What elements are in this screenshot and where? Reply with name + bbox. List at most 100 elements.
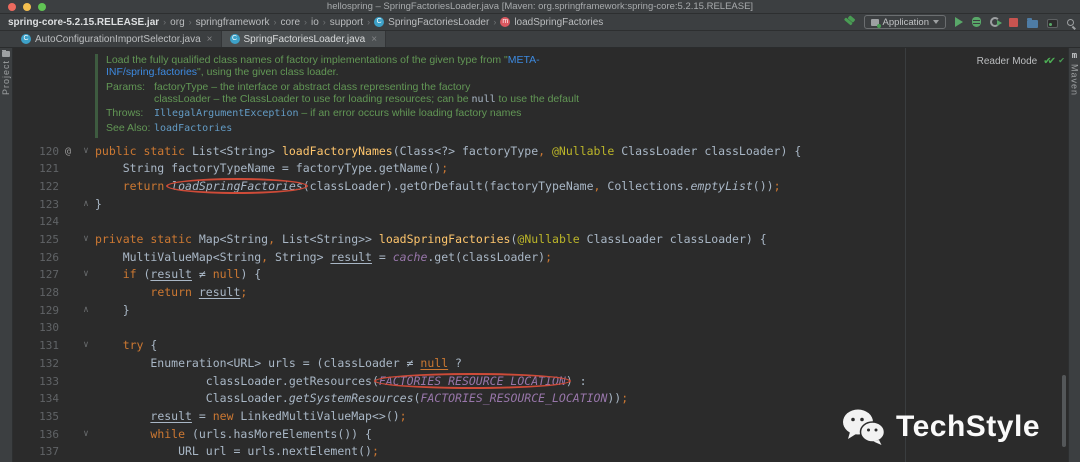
- gutter-annotation-icon[interactable]: [59, 373, 77, 391]
- fold-marker-icon[interactable]: [77, 355, 95, 373]
- gutter-annotation-icon[interactable]: [59, 426, 77, 444]
- breadcrumb-separator: ›: [188, 17, 192, 27]
- fold-marker-icon[interactable]: [77, 373, 95, 391]
- close-tab-icon[interactable]: ×: [207, 34, 213, 45]
- gutter-annotation-icon[interactable]: [59, 213, 77, 231]
- editor-scrollbar[interactable]: [1062, 375, 1066, 447]
- breadcrumb-item-support[interactable]: support: [330, 17, 363, 28]
- javadoc-seealso-link[interactable]: loadFactories: [154, 123, 232, 134]
- breadcrumb-item-jar[interactable]: spring-core-5.2.15.RELEASE.jar: [8, 17, 159, 28]
- search-icon[interactable]: [1067, 19, 1074, 26]
- code-line[interactable]: 132 Enumeration<URL> urls = (classLoader…: [13, 355, 1068, 373]
- gutter-annotation-icon[interactable]: [59, 390, 77, 408]
- run-configuration-select[interactable]: Application: [863, 15, 946, 29]
- tool-window-button-project[interactable]: Project: [1, 60, 11, 95]
- code-line[interactable]: 123 ∧}: [13, 196, 1068, 214]
- breadcrumb-item-method[interactable]: loadSpringFactories: [514, 17, 603, 28]
- build-hammer-icon[interactable]: [843, 15, 855, 28]
- breadcrumb-item-core[interactable]: core: [281, 17, 300, 28]
- gutter-annotation-icon[interactable]: [59, 160, 77, 178]
- gutter-annotation-icon[interactable]: [59, 178, 77, 196]
- line-number[interactable]: 135: [13, 408, 59, 426]
- fold-marker-icon[interactable]: [77, 408, 95, 426]
- line-number[interactable]: 132: [13, 355, 59, 373]
- line-number[interactable]: 122: [13, 178, 59, 196]
- code-line[interactable]: 129 ∧ }: [13, 302, 1068, 320]
- line-number[interactable]: 137: [13, 443, 59, 461]
- gutter-annotation-icon[interactable]: [59, 337, 77, 355]
- tab-springfactoriesloader[interactable]: C SpringFactoriesLoader.java ×: [221, 31, 387, 47]
- line-number[interactable]: 120: [13, 143, 59, 161]
- tab-autoconfigurationimportselector[interactable]: C AutoConfigurationImportSelector.java ×: [13, 31, 222, 47]
- code-line[interactable]: 131 ∨ try {: [13, 337, 1068, 355]
- gutter-annotation-icon[interactable]: [59, 302, 77, 320]
- breadcrumb-item-io[interactable]: io: [311, 17, 319, 28]
- gutter-annotation-icon[interactable]: [59, 266, 77, 284]
- fold-marker-icon[interactable]: [77, 390, 95, 408]
- gutter-annotation-icon[interactable]: [59, 284, 77, 302]
- gutter-annotation-icon[interactable]: [59, 319, 77, 337]
- gutter-annotation-icon[interactable]: [59, 355, 77, 373]
- run-with-coverage-button[interactable]: [990, 17, 1002, 27]
- breadcrumb-separator: ›: [493, 17, 497, 27]
- line-number[interactable]: 125: [13, 231, 59, 249]
- fold-marker-icon[interactable]: [77, 249, 95, 267]
- line-number[interactable]: 136: [13, 426, 59, 444]
- line-number[interactable]: 121: [13, 160, 59, 178]
- gutter-annotation-icon[interactable]: [59, 231, 77, 249]
- code-line[interactable]: 133 classLoader.getResources(FACTORIES_R…: [13, 373, 1068, 391]
- breadcrumb-item-org[interactable]: org: [170, 17, 184, 28]
- line-number[interactable]: 130: [13, 319, 59, 337]
- fold-marker-icon[interactable]: ∧: [77, 302, 95, 320]
- code-line[interactable]: 126 MultiValueMap<String, String> result…: [13, 249, 1068, 267]
- stop-button[interactable]: [1009, 17, 1018, 27]
- breadcrumb-item-springframework[interactable]: springframework: [196, 17, 270, 28]
- fold-marker-icon[interactable]: [77, 284, 95, 302]
- fold-marker-icon[interactable]: ∨: [77, 426, 95, 444]
- code-line[interactable]: 120 @ ∨ public static List<String> loadFact…: [13, 143, 1068, 161]
- line-number[interactable]: 129: [13, 302, 59, 320]
- code-line[interactable]: 121 String factoryTypeName = factoryType…: [13, 160, 1068, 178]
- project-structure-icon[interactable]: [1027, 17, 1038, 28]
- line-number[interactable]: 131: [13, 337, 59, 355]
- close-tab-icon[interactable]: ×: [371, 34, 377, 45]
- debug-button[interactable]: [972, 17, 981, 27]
- code-line[interactable]: 127 ∨ if (result ≠ null) {: [13, 266, 1068, 284]
- breadcrumb-item-class[interactable]: SpringFactoriesLoader: [388, 17, 489, 28]
- javadoc-exception-link[interactable]: IllegalArgumentException: [154, 108, 299, 119]
- fold-marker-icon[interactable]: [77, 160, 95, 178]
- gutter-annotation-icon[interactable]: [59, 408, 77, 426]
- tool-window-button-maven[interactable]: Maven: [1070, 64, 1080, 96]
- gutter-annotation-icon[interactable]: [59, 249, 77, 267]
- code-line[interactable]: 128 return result;: [13, 284, 1068, 302]
- code-line[interactable]: 124: [13, 213, 1068, 231]
- run-button[interactable]: [955, 17, 963, 27]
- code-line[interactable]: 122 return loadSpringFactories(classLoad…: [13, 178, 1068, 196]
- line-number[interactable]: 127: [13, 266, 59, 284]
- terminal-icon[interactable]: [1047, 18, 1058, 28]
- line-number[interactable]: 133: [13, 373, 59, 391]
- line-number[interactable]: 128: [13, 284, 59, 302]
- fold-marker-icon[interactable]: [77, 319, 95, 337]
- fold-marker-icon[interactable]: ∧: [77, 196, 95, 214]
- fold-marker-icon[interactable]: ∨: [77, 337, 95, 355]
- editor-pane[interactable]: ✔ Reader Mode ✔✔ Load the fully qualifie…: [13, 48, 1068, 462]
- line-number[interactable]: 123: [13, 196, 59, 214]
- gutter-annotation-icon[interactable]: @: [59, 143, 77, 161]
- code-line[interactable]: 130: [13, 319, 1068, 337]
- inspections-ok-icon[interactable]: ✔: [1058, 56, 1065, 65]
- reader-mode-toggle[interactable]: Reader Mode ✔✔: [977, 56, 1056, 67]
- line-number[interactable]: 134: [13, 390, 59, 408]
- gutter-annotation-icon[interactable]: [59, 443, 77, 461]
- fold-marker-icon[interactable]: ∨: [77, 266, 95, 284]
- code-line[interactable]: 134 ClassLoader.getSystemResources(FACTO…: [13, 390, 1068, 408]
- fold-marker-icon[interactable]: [77, 213, 95, 231]
- line-number[interactable]: 126: [13, 249, 59, 267]
- fold-marker-icon[interactable]: ∨: [77, 143, 95, 161]
- fold-marker-icon[interactable]: [77, 443, 95, 461]
- fold-marker-icon[interactable]: ∨: [77, 231, 95, 249]
- code-line[interactable]: 125 ∨ private static Map<String, List<Stri…: [13, 231, 1068, 249]
- line-number[interactable]: 124: [13, 213, 59, 231]
- gutter-annotation-icon[interactable]: [59, 196, 77, 214]
- fold-marker-icon[interactable]: [77, 178, 95, 196]
